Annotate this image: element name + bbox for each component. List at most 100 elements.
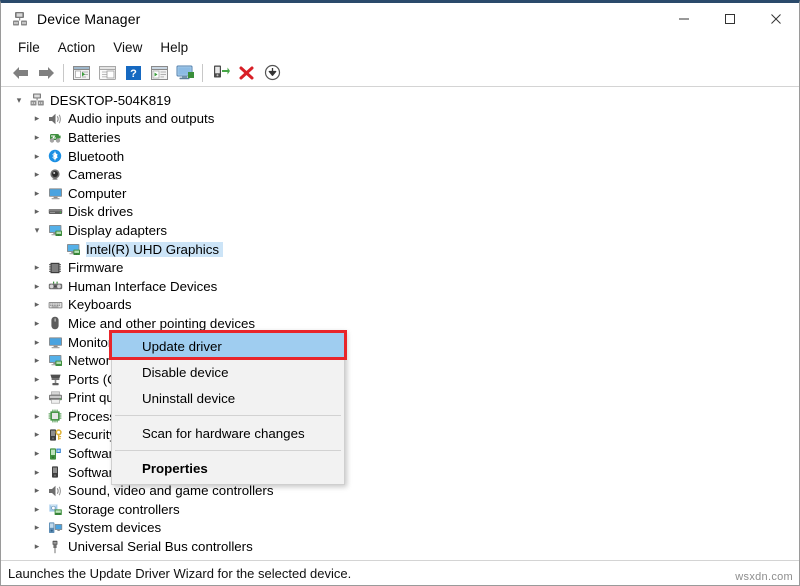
chevron-right-icon[interactable]: ▸ xyxy=(29,522,45,533)
chevron-right-icon[interactable]: ▸ xyxy=(29,299,45,310)
menu-file[interactable]: File xyxy=(9,38,49,57)
back-icon[interactable] xyxy=(7,61,33,85)
speaker-icon xyxy=(45,111,65,127)
tree-row-intel-uhd-graphics[interactable]: Intel(R) UHD Graphics xyxy=(1,240,799,259)
tree-row-firmware[interactable]: ▸ Firmware xyxy=(1,258,799,277)
chevron-right-icon[interactable]: ▸ xyxy=(29,318,45,329)
tree-row-system-devices[interactable]: ▸ System devices xyxy=(1,519,799,538)
tree-row-universal-serial-bus-controllers[interactable]: ▸ Universal Serial Bus controllers xyxy=(1,537,799,556)
window-title: Device Manager xyxy=(37,11,141,27)
tree-row-computer[interactable]: ▸ Computer xyxy=(1,184,799,203)
menu-bar: File Action View Help xyxy=(1,35,799,59)
device-tree-pane[interactable]: ▾ DESKTOP-504K819 ▸ Audio inputs and out… xyxy=(1,87,799,561)
close-button[interactable] xyxy=(753,3,799,35)
title-bar: Device Manager xyxy=(1,3,799,35)
watermark: wsxdn.com xyxy=(735,571,793,583)
menu-view[interactable]: View xyxy=(104,38,151,57)
tree-row-storage-controllers[interactable]: ▸ Storage controllers xyxy=(1,500,799,519)
tree-row-bluetooth[interactable]: ▸ Bluetooth xyxy=(1,147,799,166)
context-menu-item-update-driver[interactable]: Update driver xyxy=(112,333,344,359)
chevron-right-icon[interactable]: ▸ xyxy=(29,429,45,440)
tree-row-cameras[interactable]: ▸ Cameras xyxy=(1,165,799,184)
hid-icon xyxy=(45,278,65,294)
software-component-icon xyxy=(45,446,65,462)
system-device-icon xyxy=(45,520,65,536)
chevron-right-icon[interactable]: ▸ xyxy=(29,374,45,385)
tree-item-label: Sound, video and game controllers xyxy=(68,483,274,499)
chevron-right-icon[interactable]: ▸ xyxy=(29,132,45,143)
status-bar: Launches the Update Driver Wizard for th… xyxy=(1,561,799,585)
camera-icon xyxy=(45,167,65,183)
chevron-right-icon[interactable]: ▸ xyxy=(29,281,45,292)
device-tree: ▾ DESKTOP-504K819 ▸ Audio inputs and out… xyxy=(1,91,799,556)
toolbar: ? xyxy=(1,59,799,87)
properties-icon[interactable] xyxy=(94,61,120,85)
forward-icon[interactable] xyxy=(33,61,59,85)
maximize-button[interactable] xyxy=(707,3,753,35)
context-menu-item-properties[interactable]: Properties xyxy=(112,455,344,481)
chevron-right-icon[interactable]: ▸ xyxy=(29,392,45,403)
chevron-right-icon[interactable]: ▸ xyxy=(29,262,45,273)
tree-item-label: Audio inputs and outputs xyxy=(68,111,215,127)
battery-icon xyxy=(45,129,65,145)
uninstall-device-icon[interactable] xyxy=(233,61,259,85)
context-menu[interactable]: Update driver Disable device Uninstall d… xyxy=(111,330,345,485)
chevron-right-icon[interactable]: ▸ xyxy=(29,113,45,124)
chevron-down-icon[interactable]: ▾ xyxy=(11,95,27,106)
chevron-right-icon[interactable]: ▸ xyxy=(29,355,45,366)
minimize-button[interactable] xyxy=(661,3,707,35)
tree-item-label: System devices xyxy=(68,520,162,536)
context-menu-item-scan-for-hardware-changes[interactable]: Scan for hardware changes xyxy=(112,420,344,446)
keyboard-icon xyxy=(45,297,65,313)
tree-row-batteries[interactable]: ▸ Batteries xyxy=(1,128,799,147)
tree-item-label: Universal Serial Bus controllers xyxy=(68,539,253,555)
chevron-right-icon[interactable]: ▸ xyxy=(29,188,45,199)
chevron-right-icon[interactable]: ▸ xyxy=(29,169,45,180)
chevron-right-icon[interactable]: ▸ xyxy=(29,485,45,496)
port-icon xyxy=(45,371,65,387)
tree-row-keyboards[interactable]: ▸ Keyboards xyxy=(1,296,799,315)
network-adapter-icon xyxy=(45,353,65,369)
chevron-right-icon[interactable]: ▸ xyxy=(29,504,45,515)
menu-action[interactable]: Action xyxy=(49,38,105,57)
device-manager-window: Device Manager File Action View Help ? ▾… xyxy=(0,0,800,586)
chevron-right-icon[interactable]: ▸ xyxy=(29,151,45,162)
tree-row-disk-drives[interactable]: ▸ Disk drives xyxy=(1,203,799,222)
toolbar-separator-2 xyxy=(202,63,203,82)
tree-item-label: Disk drives xyxy=(68,204,134,220)
action-icon[interactable] xyxy=(146,61,172,85)
monitor-icon xyxy=(45,185,65,201)
help-icon[interactable]: ? xyxy=(120,61,146,85)
show-hide-console-tree-icon[interactable] xyxy=(68,61,94,85)
processor-icon xyxy=(45,408,65,424)
chevron-right-icon[interactable]: ▸ xyxy=(29,467,45,478)
menu-help[interactable]: Help xyxy=(151,38,197,57)
display-adapter-icon xyxy=(45,222,65,238)
tree-row-human-interface-devices[interactable]: ▸ Human Interface Devices xyxy=(1,277,799,296)
tree-row-display-adapters[interactable]: ▾ Display adapters xyxy=(1,221,799,240)
tree-row-audio-inputs-and-outputs[interactable]: ▸ Audio inputs and outputs xyxy=(1,110,799,129)
tree-item-label-selected: Intel(R) UHD Graphics xyxy=(86,241,223,257)
chevron-right-icon[interactable]: ▸ xyxy=(29,541,45,552)
status-bar-text: Launches the Update Driver Wizard for th… xyxy=(8,565,352,581)
tree-item-label: Mice and other pointing devices xyxy=(68,315,256,331)
software-device-icon xyxy=(45,464,65,480)
display-adapter-icon xyxy=(63,241,83,257)
chevron-right-icon[interactable]: ▸ xyxy=(29,448,45,459)
tree-root-label: DESKTOP-504K819 xyxy=(50,92,171,108)
disable-device-icon[interactable] xyxy=(259,61,285,85)
scan-for-hardware-changes-icon[interactable] xyxy=(207,61,233,85)
context-menu-item-disable-device[interactable]: Disable device xyxy=(112,359,344,385)
mouse-icon xyxy=(45,315,65,331)
tree-item-label: Human Interface Devices xyxy=(68,278,218,294)
disk-drive-icon xyxy=(45,204,65,220)
tree-item-label: Cameras xyxy=(68,167,122,183)
printer-icon xyxy=(45,390,65,406)
chevron-right-icon[interactable]: ▸ xyxy=(29,411,45,422)
tree-row-root[interactable]: ▾ DESKTOP-504K819 xyxy=(1,91,799,110)
update-driver-icon[interactable] xyxy=(172,61,198,85)
chevron-down-icon[interactable]: ▾ xyxy=(29,225,45,236)
chevron-right-icon[interactable]: ▸ xyxy=(29,337,45,348)
chevron-right-icon[interactable]: ▸ xyxy=(29,206,45,217)
context-menu-item-uninstall-device[interactable]: Uninstall device xyxy=(112,385,344,411)
